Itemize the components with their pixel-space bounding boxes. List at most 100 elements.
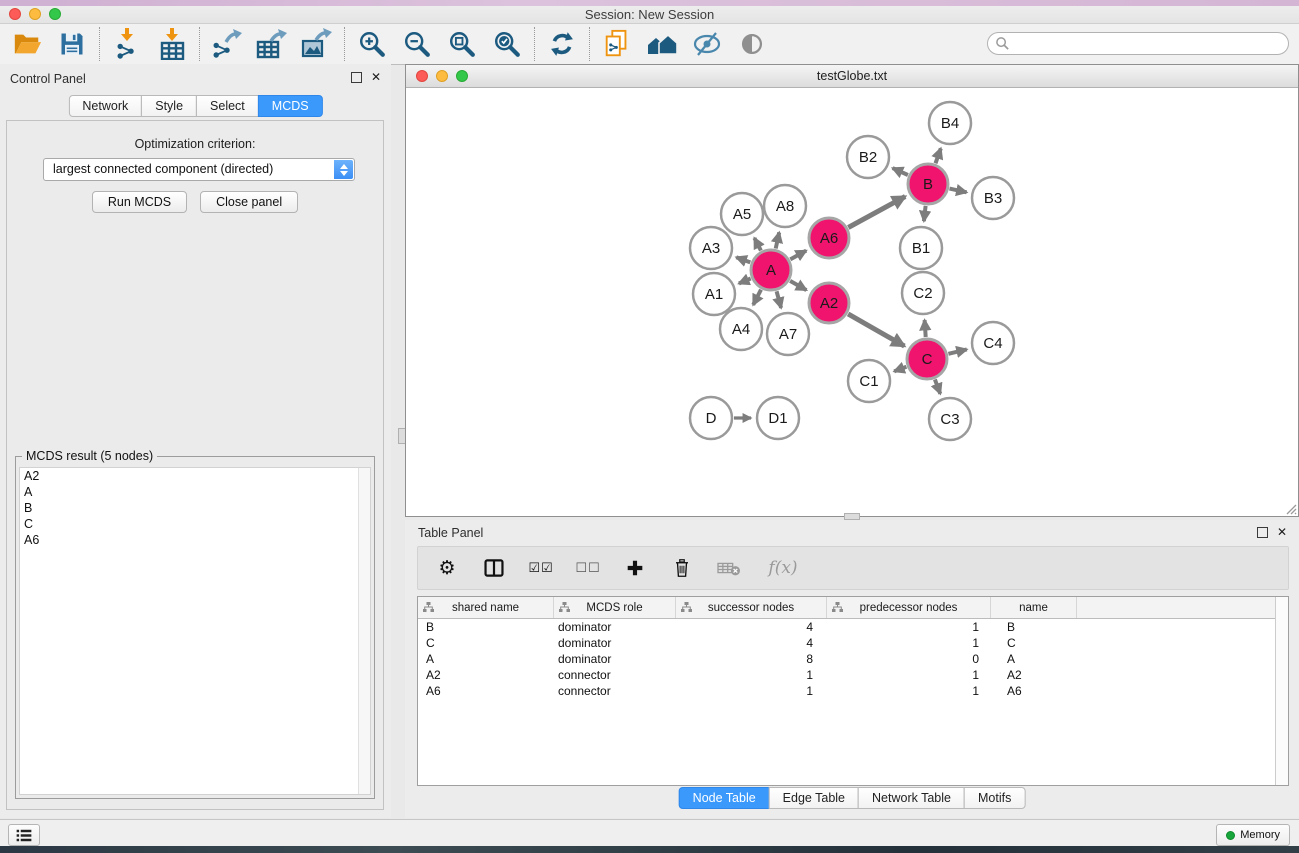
result-item[interactable]: A [20, 484, 370, 500]
graph-node-B4[interactable]: B4 [929, 102, 971, 144]
graph-node-A[interactable]: A [751, 250, 791, 290]
minimize-network-button[interactable] [436, 70, 448, 82]
graph-node-C4[interactable]: C4 [972, 322, 1014, 364]
zoom-out-button[interactable] [401, 28, 433, 60]
close-panel-button[interactable]: Close panel [200, 191, 298, 213]
refresh-layout-button[interactable] [546, 28, 578, 60]
delete-table-button[interactable] [716, 554, 742, 582]
result-item[interactable]: B [20, 500, 370, 516]
mcds-result-list[interactable]: A2ABCA6 [19, 467, 371, 795]
zoom-fit-button[interactable] [446, 28, 478, 60]
minimize-window-button[interactable] [29, 8, 41, 20]
run-mcds-button[interactable]: Run MCDS [92, 191, 187, 213]
graph-node-A5[interactable]: A5 [721, 193, 763, 235]
deselect-all-rows-button[interactable]: ☐☐ [575, 554, 601, 582]
open-session-button[interactable] [11, 28, 43, 60]
graph-node-B1[interactable]: B1 [900, 227, 942, 269]
table-row[interactable]: Bdominator41B [418, 619, 1288, 635]
table-scrollbar[interactable] [1275, 597, 1288, 785]
select-all-rows-button[interactable]: ☑☑ [528, 554, 554, 582]
zoom-window-button[interactable] [49, 8, 61, 20]
graphics-details-button[interactable] [691, 28, 723, 60]
graph-edge[interactable] [790, 281, 806, 290]
zoom-network-button[interactable] [456, 70, 468, 82]
memory-button[interactable]: Memory [1216, 824, 1290, 846]
graph-node-C2[interactable]: C2 [902, 272, 944, 314]
search-field[interactable] [987, 32, 1289, 55]
graph-edge[interactable] [848, 197, 905, 228]
graph-node-C1[interactable]: C1 [848, 360, 890, 402]
result-item[interactable]: A2 [20, 468, 370, 484]
close-window-button[interactable] [9, 8, 21, 20]
graph-edge[interactable] [848, 314, 904, 346]
graph-edge[interactable] [776, 232, 780, 248]
column-header[interactable]: MCDS role [554, 597, 676, 618]
criterion-dropdown[interactable]: largest connected component (directed) [43, 158, 355, 181]
add-column-button[interactable] [622, 554, 648, 582]
import-network-button[interactable] [111, 28, 143, 60]
graph-node-A2[interactable]: A2 [809, 283, 849, 323]
graph-node-C[interactable]: C [907, 339, 947, 379]
graph-edge[interactable] [924, 206, 926, 221]
table-settings-button[interactable]: ⚙ [434, 554, 460, 582]
graph-edge[interactable] [894, 367, 906, 372]
birds-eye-view-button[interactable] [736, 28, 768, 60]
graph-edge[interactable] [935, 380, 940, 394]
graph-node-A6[interactable]: A6 [809, 218, 849, 258]
zoom-in-button[interactable] [356, 28, 388, 60]
graph-edge[interactable] [893, 168, 908, 175]
tab-node-table[interactable]: Node Table [679, 787, 770, 809]
table-row[interactable]: Adominator80A [418, 651, 1288, 667]
function-builder-button[interactable]: f(x) [763, 554, 803, 582]
resize-grip-icon[interactable] [1283, 501, 1297, 515]
graph-node-B[interactable]: B [908, 164, 948, 204]
graph-node-C3[interactable]: C3 [929, 398, 971, 440]
graph-edge[interactable] [754, 238, 761, 251]
table-row[interactable]: A6connector11A6 [418, 683, 1288, 699]
export-image-button[interactable] [301, 28, 333, 60]
column-header[interactable]: shared name [418, 597, 554, 618]
result-list-scrollbar[interactable] [358, 468, 370, 794]
delete-column-button[interactable] [669, 554, 695, 582]
graph-edge[interactable] [950, 189, 967, 193]
result-item[interactable]: C [20, 516, 370, 532]
graph-node-A7[interactable]: A7 [767, 313, 809, 355]
network-window-titlebar[interactable]: testGlobe.txt [406, 65, 1298, 88]
graph-edge[interactable] [936, 148, 941, 163]
export-table-button[interactable] [256, 28, 288, 60]
graph-edge[interactable] [753, 290, 761, 305]
column-header[interactable]: name [991, 597, 1077, 618]
graph-edge[interactable] [736, 257, 750, 262]
graph-edge[interactable] [948, 349, 966, 353]
graph-node-B3[interactable]: B3 [972, 177, 1014, 219]
tab-select[interactable]: Select [196, 95, 259, 117]
column-visibility-button[interactable] [481, 554, 507, 582]
save-session-button[interactable] [56, 28, 88, 60]
search-input[interactable] [987, 32, 1289, 55]
graph-edge[interactable] [739, 279, 751, 284]
graph-node-A4[interactable]: A4 [720, 308, 762, 350]
table-row[interactable]: A2connector11A2 [418, 667, 1288, 683]
graph-node-B2[interactable]: B2 [847, 136, 889, 178]
graph-node-A1[interactable]: A1 [693, 273, 735, 315]
column-header[interactable]: successor nodes [676, 597, 827, 618]
import-table-button[interactable] [156, 28, 188, 60]
graph-edge[interactable] [777, 291, 782, 308]
close-network-button[interactable] [416, 70, 428, 82]
column-header[interactable]: predecessor nodes [827, 597, 991, 618]
tab-motifs[interactable]: Motifs [964, 787, 1025, 809]
splitpane-handle-horizontal[interactable] [844, 513, 860, 520]
zoom-selected-button[interactable] [491, 28, 523, 60]
table-row[interactable]: Cdominator41C [418, 635, 1288, 651]
network-canvas[interactable]: B4B2BB3A8A5A6A3B1AC2A1A2A4A7C4CC1DD1C3 [406, 88, 1298, 516]
home-button[interactable] [646, 28, 678, 60]
graph-node-A3[interactable]: A3 [690, 227, 732, 269]
export-network-button[interactable] [211, 28, 243, 60]
graph-node-A8[interactable]: A8 [764, 185, 806, 227]
float-table-panel-icon[interactable] [1257, 527, 1268, 538]
tab-network[interactable]: Network [68, 95, 142, 117]
tab-network-table[interactable]: Network Table [858, 787, 965, 809]
duplicate-network-button[interactable] [601, 28, 633, 60]
result-item[interactable]: A6 [20, 532, 370, 548]
graph-edge[interactable] [925, 320, 926, 337]
